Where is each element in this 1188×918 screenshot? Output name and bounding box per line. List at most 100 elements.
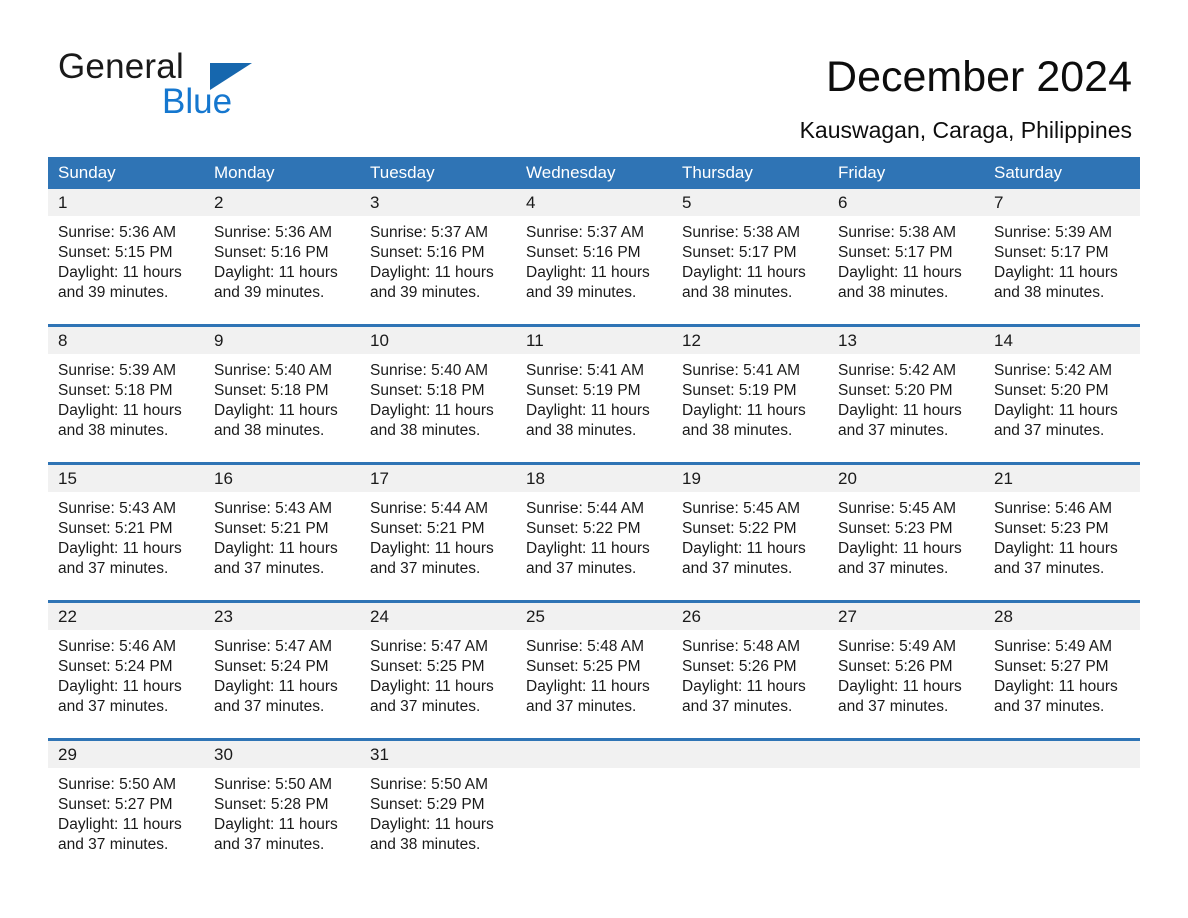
sunset-time: Sunset: 5:15 PM <box>58 244 173 261</box>
calendar-day-cell[interactable]: 8 Sunrise: 5:39 AM Sunset: 5:18 PM Daylight… <box>48 327 204 451</box>
sunrise-time: Sunrise: 5:48 AM <box>682 638 801 655</box>
daylight-duration-line2: and 37 minutes. <box>838 422 949 439</box>
day-number: 30 <box>204 741 360 768</box>
day-number: 29 <box>48 741 204 768</box>
calendar-day-cell[interactable]: 17 Sunrise: 5:44 AM Sunset: 5:21 PM Dayligh… <box>360 465 516 589</box>
sunrise-time: Sunrise: 5:42 AM <box>838 362 957 379</box>
day-details: Sunrise: 5:44 AM Sunset: 5:21 PM Daylight:… <box>360 492 516 579</box>
sunrise-time: Sunrise: 5:45 AM <box>838 500 957 517</box>
sunrise-time: Sunrise: 5:36 AM <box>214 224 333 241</box>
day-number <box>672 741 828 768</box>
sunset-time: Sunset: 5:24 PM <box>214 658 329 675</box>
calendar-day-cell[interactable]: 21 Sunrise: 5:46 AM Sunset: 5:23 PM Dayligh… <box>984 465 1140 589</box>
sunset-time: Sunset: 5:28 PM <box>214 796 329 813</box>
calendar-day-cell[interactable]: 25 Sunrise: 5:48 AM Sunset: 5:25 PM Dayligh… <box>516 603 672 727</box>
weekday-header-thursday: Thursday <box>682 163 753 182</box>
daylight-duration-line1: Daylight: 11 hours <box>994 264 1118 281</box>
calendar-day-cell[interactable]: 26 Sunrise: 5:48 AM Sunset: 5:26 PM Dayligh… <box>672 603 828 727</box>
sunset-time: Sunset: 5:19 PM <box>526 382 641 399</box>
calendar-day-cell[interactable]: 28 Sunrise: 5:49 AM Sunset: 5:27 PM Dayligh… <box>984 603 1140 727</box>
calendar-day-cell[interactable]: 7 Sunrise: 5:39 AM Sunset: 5:17 PM Daylight… <box>984 189 1140 313</box>
daylight-duration-line1: Daylight: 11 hours <box>58 678 182 695</box>
calendar-day-cell[interactable]: 5 Sunrise: 5:38 AM Sunset: 5:17 PM Daylight… <box>672 189 828 313</box>
sunset-time: Sunset: 5:26 PM <box>838 658 953 675</box>
sunrise-time: Sunrise: 5:36 AM <box>58 224 177 241</box>
calendar-day-cell[interactable]: 29 Sunrise: 5:50 AM Sunset: 5:27 PM Dayligh… <box>48 741 204 865</box>
calendar-day-cell[interactable]: 22 Sunrise: 5:46 AM Sunset: 5:24 PM Dayligh… <box>48 603 204 727</box>
calendar-day-cell[interactable]: 1 Sunrise: 5:36 AM Sunset: 5:15 PM Daylight… <box>48 189 204 313</box>
page-header: General Blue December 2024 Kauswagan, Ca… <box>0 0 1188 144</box>
sunset-time: Sunset: 5:29 PM <box>370 796 485 813</box>
calendar-day-cell[interactable]: 18 Sunrise: 5:44 AM Sunset: 5:22 PM Dayligh… <box>516 465 672 589</box>
daylight-duration-line1: Daylight: 11 hours <box>58 402 182 419</box>
calendar-day-cell[interactable]: 6 Sunrise: 5:38 AM Sunset: 5:17 PM Daylight… <box>828 189 984 313</box>
sunrise-time: Sunrise: 5:40 AM <box>370 362 489 379</box>
daylight-duration-line1: Daylight: 11 hours <box>370 540 494 557</box>
day-details: Sunrise: 5:41 AM Sunset: 5:19 PM Daylight:… <box>516 354 672 441</box>
day-details: Sunrise: 5:46 AM Sunset: 5:23 PM Daylight:… <box>984 492 1140 579</box>
day-number: 21 <box>984 465 1140 492</box>
daylight-duration-line1: Daylight: 11 hours <box>994 402 1118 419</box>
day-details: Sunrise: 5:38 AM Sunset: 5:17 PM Daylight:… <box>828 216 984 303</box>
sunset-time: Sunset: 5:22 PM <box>682 520 797 537</box>
daylight-duration-line1: Daylight: 11 hours <box>214 816 338 833</box>
daylight-duration-line1: Daylight: 11 hours <box>526 264 650 281</box>
daylight-duration-line2: and 38 minutes. <box>370 422 481 439</box>
calendar-day-cell[interactable]: 3 Sunrise: 5:37 AM Sunset: 5:16 PM Daylight… <box>360 189 516 313</box>
calendar-day-cell[interactable]: 19 Sunrise: 5:45 AM Sunset: 5:22 PM Dayligh… <box>672 465 828 589</box>
day-details: Sunrise: 5:39 AM Sunset: 5:18 PM Daylight:… <box>48 354 204 441</box>
calendar-day-cell[interactable]: 9 Sunrise: 5:40 AM Sunset: 5:18 PM Daylight… <box>204 327 360 451</box>
day-number: 2 <box>204 189 360 216</box>
sunrise-time: Sunrise: 5:46 AM <box>994 500 1113 517</box>
day-number: 28 <box>984 603 1140 630</box>
sunset-time: Sunset: 5:27 PM <box>994 658 1109 675</box>
daylight-duration-line1: Daylight: 11 hours <box>370 678 494 695</box>
daylight-duration-line1: Daylight: 11 hours <box>994 678 1118 695</box>
daylight-duration-line1: Daylight: 11 hours <box>526 402 650 419</box>
sunrise-time: Sunrise: 5:37 AM <box>526 224 645 241</box>
day-details: Sunrise: 5:50 AM Sunset: 5:29 PM Daylight:… <box>360 768 516 855</box>
daylight-duration-line2: and 38 minutes. <box>58 422 169 439</box>
calendar-day-cell[interactable]: 31 Sunrise: 5:50 AM Sunset: 5:29 PM Dayligh… <box>360 741 516 865</box>
daylight-duration-line2: and 37 minutes. <box>526 560 637 577</box>
calendar-day-cell[interactable]: 4 Sunrise: 5:37 AM Sunset: 5:16 PM Daylight… <box>516 189 672 313</box>
day-number: 3 <box>360 189 516 216</box>
general-blue-logo[interactable]: General Blue <box>58 48 358 126</box>
day-number: 16 <box>204 465 360 492</box>
sunrise-time: Sunrise: 5:41 AM <box>526 362 645 379</box>
day-details: Sunrise: 5:42 AM Sunset: 5:20 PM Daylight:… <box>828 354 984 441</box>
day-details: Sunrise: 5:49 AM Sunset: 5:27 PM Daylight:… <box>984 630 1140 717</box>
calendar-day-cell[interactable]: 11 Sunrise: 5:41 AM Sunset: 5:19 PM Dayligh… <box>516 327 672 451</box>
sunset-time: Sunset: 5:23 PM <box>994 520 1109 537</box>
calendar-day-cell[interactable]: 30 Sunrise: 5:50 AM Sunset: 5:28 PM Dayligh… <box>204 741 360 865</box>
sunrise-time: Sunrise: 5:38 AM <box>682 224 801 241</box>
calendar-day-cell[interactable]: 20 Sunrise: 5:45 AM Sunset: 5:23 PM Dayligh… <box>828 465 984 589</box>
sunrise-time: Sunrise: 5:38 AM <box>838 224 957 241</box>
calendar-day-cell[interactable]: 15 Sunrise: 5:43 AM Sunset: 5:21 PM Dayligh… <box>48 465 204 589</box>
weekday-header-wednesday: Wednesday <box>526 163 616 182</box>
calendar-week-row: 22 Sunrise: 5:46 AM Sunset: 5:24 PM Dayligh… <box>48 600 1140 727</box>
daylight-duration-line1: Daylight: 11 hours <box>370 402 494 419</box>
daylight-duration-line2: and 37 minutes. <box>994 698 1105 715</box>
weekday-header-sunday: Sunday <box>58 163 116 182</box>
daylight-duration-line1: Daylight: 11 hours <box>682 678 806 695</box>
daylight-duration-line2: and 37 minutes. <box>58 560 169 577</box>
calendar-day-cell[interactable]: 2 Sunrise: 5:36 AM Sunset: 5:16 PM Daylight… <box>204 189 360 313</box>
daylight-duration-line1: Daylight: 11 hours <box>214 540 338 557</box>
calendar-day-cell[interactable]: 27 Sunrise: 5:49 AM Sunset: 5:26 PM Dayligh… <box>828 603 984 727</box>
calendar-day-cell[interactable]: 10 Sunrise: 5:40 AM Sunset: 5:18 PM Dayligh… <box>360 327 516 451</box>
calendar-day-cell[interactable]: 24 Sunrise: 5:47 AM Sunset: 5:25 PM Dayligh… <box>360 603 516 727</box>
sunrise-time: Sunrise: 5:41 AM <box>682 362 801 379</box>
sunrise-time: Sunrise: 5:45 AM <box>682 500 801 517</box>
day-details: Sunrise: 5:36 AM Sunset: 5:16 PM Daylight:… <box>204 216 360 303</box>
day-number: 7 <box>984 189 1140 216</box>
calendar-day-cell[interactable]: 23 Sunrise: 5:47 AM Sunset: 5:24 PM Dayligh… <box>204 603 360 727</box>
daylight-duration-line2: and 38 minutes. <box>370 836 481 853</box>
calendar-day-cell[interactable]: 12 Sunrise: 5:41 AM Sunset: 5:19 PM Dayligh… <box>672 327 828 451</box>
calendar-week-row: 29 Sunrise: 5:50 AM Sunset: 5:27 PM Dayligh… <box>48 738 1140 865</box>
calendar-day-cell[interactable]: 13 Sunrise: 5:42 AM Sunset: 5:20 PM Dayligh… <box>828 327 984 451</box>
calendar-day-cell[interactable]: 14 Sunrise: 5:42 AM Sunset: 5:20 PM Dayligh… <box>984 327 1140 451</box>
daylight-duration-line2: and 37 minutes. <box>370 560 481 577</box>
day-number: 12 <box>672 327 828 354</box>
calendar-day-cell[interactable]: 16 Sunrise: 5:43 AM Sunset: 5:21 PM Dayligh… <box>204 465 360 589</box>
